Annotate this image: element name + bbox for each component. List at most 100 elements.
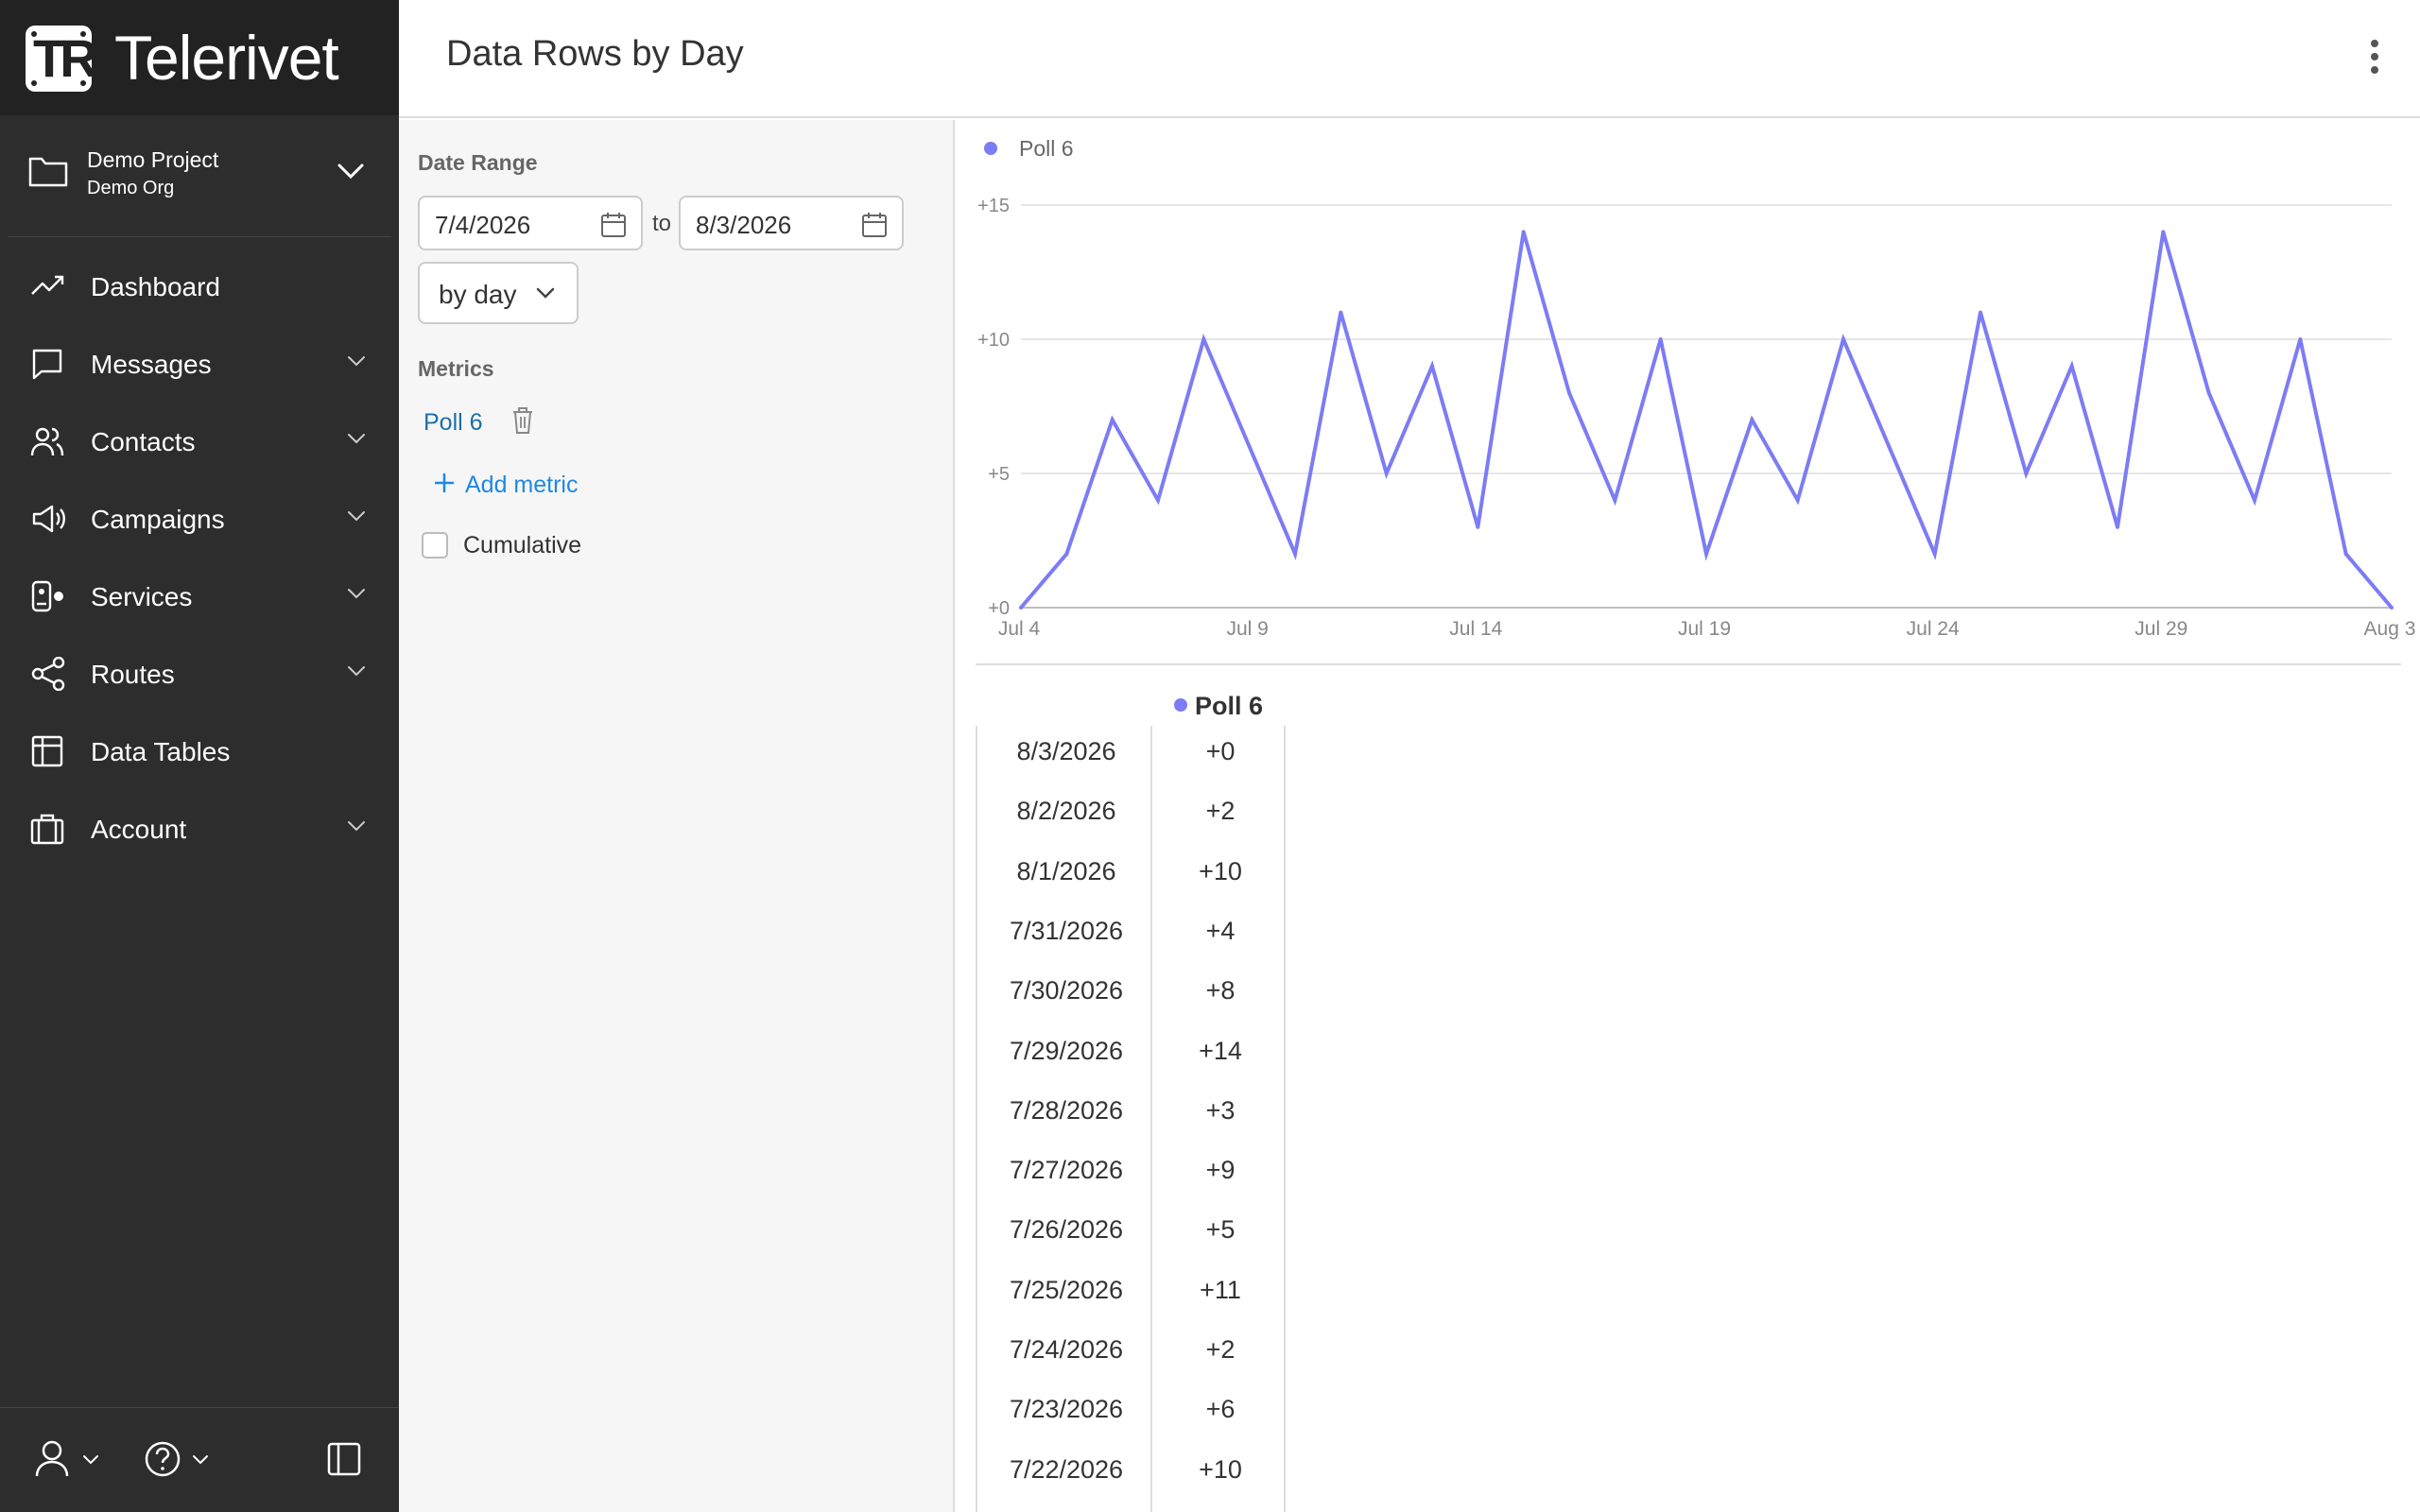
sidebar-item-campaigns[interactable]: Campaigns [0, 485, 399, 553]
sidebar-item-label: Messages [91, 350, 212, 379]
chevron-down-icon [337, 163, 364, 180]
project-switcher[interactable]: Demo Project Demo Org [0, 115, 399, 236]
table-cell-value: +4 [1205, 916, 1236, 945]
table-cell-date: 7/23/2026 [1009, 1395, 1124, 1424]
filter-panel: Date Range 7/4/2026 to 8/3/2026 by day M… [399, 120, 955, 1512]
chevron-down-icon [83, 1455, 98, 1465]
sidebar-item-contacts[interactable]: Contacts [0, 407, 399, 475]
table-cell-value: +2 [1205, 797, 1236, 826]
logo-mark-text: TR [33, 28, 98, 88]
start-date-value: 7/4/2026 [435, 211, 531, 239]
data-point [1521, 230, 1526, 234]
table-column-divider [1150, 726, 1152, 1512]
table-row: 7/23/2026 +6 [977, 1383, 1288, 1443]
table-cell-value: +8 [1205, 976, 1236, 1005]
metrics-label: Metrics [418, 356, 494, 381]
table-cell-value: +11 [1200, 1275, 1241, 1304]
table-row: 7/22/2026 +10 [977, 1444, 1288, 1503]
sidebar-item-label: Dashboard [91, 272, 220, 301]
add-metric-label: Add metric [465, 472, 579, 498]
sidebar-item-dashboard[interactable]: Dashboard [0, 252, 399, 320]
sidebar-item-messages[interactable]: Messages [0, 330, 399, 398]
x-tick-label: Jul 14 [1449, 618, 1502, 640]
table-cell-date: 7/28/2026 [1009, 1095, 1124, 1125]
sidebar-item-label: Services [91, 582, 193, 611]
collapse-sidebar-button[interactable] [327, 1436, 361, 1484]
sidebar-item-account[interactable]: Account [0, 795, 399, 863]
brand-bar: TR Telerivet [0, 0, 399, 115]
table-header-label: Poll 6 [1195, 692, 1264, 720]
logo-icon: TR [26, 26, 98, 92]
message-icon [32, 349, 62, 380]
y-tick-label: +5 [988, 464, 1010, 485]
sidebar-item-services[interactable]: Services [0, 562, 399, 630]
data-point [1750, 418, 1754, 422]
end-date-input[interactable]: 8/3/2026 [679, 196, 904, 250]
y-tick-label: +15 [977, 196, 1010, 216]
date-range-label: Date Range [418, 150, 538, 175]
table-row: 7/25/2026 +11 [977, 1264, 1288, 1324]
x-tick-label: Jul 19 [1678, 618, 1731, 640]
briefcase-icon [30, 814, 64, 845]
table-row: 8/2/2026 +2 [977, 785, 1288, 845]
sidebar-item-label: Account [91, 815, 187, 844]
x-tick-label: Jul 29 [2135, 618, 2187, 640]
services-icon [31, 580, 63, 612]
interval-select[interactable]: by day [418, 262, 579, 324]
data-point [1841, 337, 1845, 341]
more-options-button[interactable] [2369, 40, 2380, 79]
table-cell-value: +5 [1205, 1215, 1236, 1245]
data-point [1430, 364, 1434, 369]
sidebar-item-label: Campaigns [91, 505, 225, 534]
table-cell-date: 7/30/2026 [1009, 976, 1124, 1005]
table-row: 7/27/2026 +9 [977, 1144, 1288, 1204]
chevron-down-icon [348, 434, 365, 444]
cumulative-label: Cumulative [463, 532, 582, 558]
start-date-input[interactable]: 7/4/2026 [418, 196, 643, 250]
data-point [1384, 472, 1389, 475]
sidebar-item-routes[interactable]: Routes [0, 640, 399, 708]
table-row: 7/31/2026 +4 [977, 905, 1288, 965]
to-label: to [652, 211, 672, 236]
sidebar-toggle-icon [327, 1442, 361, 1476]
data-point [2253, 498, 2256, 503]
project-name: Demo Project [87, 147, 219, 172]
table-row: 7/29/2026 +14 [977, 1025, 1288, 1085]
data-point [1064, 552, 1069, 557]
calendar-icon[interactable] [599, 211, 628, 239]
data-point [2343, 552, 2348, 557]
table-cell-value: +10 [1199, 1454, 1242, 1484]
sidebar-item-label: Routes [91, 660, 175, 689]
calendar-icon[interactable] [860, 211, 889, 239]
sidebar-item-data-tables[interactable]: Data Tables [0, 717, 399, 785]
plus-icon [435, 473, 454, 492]
sidebar-footer-divider [0, 1407, 399, 1408]
project-org: Demo Org [87, 178, 175, 198]
metric-poll-6-link[interactable]: Poll 6 [424, 409, 483, 437]
table-cell-value: +9 [1205, 1156, 1236, 1185]
table-cell-date: 7/22/2026 [1009, 1454, 1124, 1484]
data-point [2024, 472, 2029, 475]
table-cell-date: 7/31/2026 [1009, 916, 1124, 945]
x-tick-label: Jul 4 [998, 618, 1041, 640]
checkbox-box[interactable] [422, 532, 448, 558]
table-cell-date: 7/24/2026 [1009, 1335, 1124, 1364]
trash-icon[interactable] [510, 406, 535, 435]
data-point [1613, 498, 1617, 503]
folder-icon [28, 157, 68, 187]
data-point [1932, 552, 1937, 557]
table-cell-date: 8/3/2026 [1016, 737, 1116, 765]
table-cell-value: +14 [1199, 1036, 1242, 1065]
y-tick-label: +10 [977, 330, 1010, 351]
table-cell-date: 8/1/2026 [1016, 856, 1116, 885]
user-icon [35, 1440, 69, 1477]
user-menu-button[interactable] [34, 1436, 104, 1484]
table-row: 7/30/2026 +8 [977, 965, 1288, 1024]
table-cell-date: 8/2/2026 [1016, 797, 1116, 826]
table-cell-date: 7/25/2026 [1009, 1275, 1124, 1304]
line-chart: Poll 6 +0 +5 +10 +15 Jul 4 Jul 9 Jul 14 Jul 19 Ju… [976, 136, 2415, 665]
data-point [1201, 337, 1206, 341]
help-menu-button[interactable] [144, 1436, 214, 1484]
data-point [1476, 524, 1480, 529]
data-point [1156, 498, 1160, 503]
